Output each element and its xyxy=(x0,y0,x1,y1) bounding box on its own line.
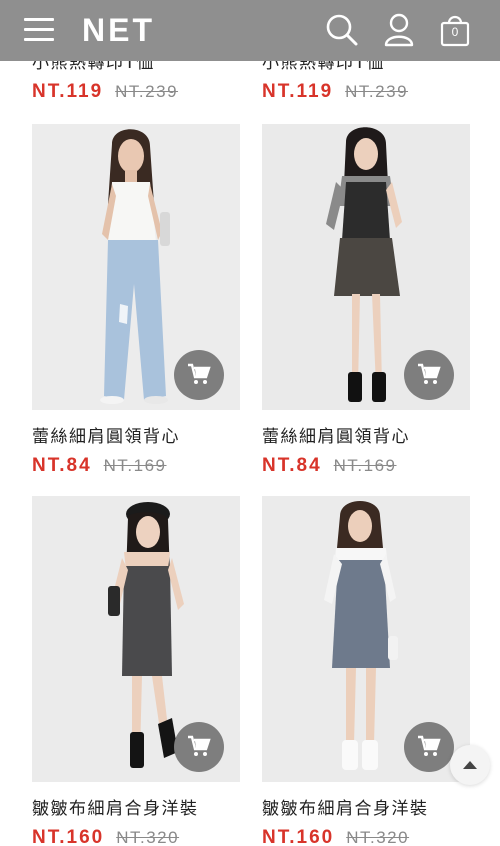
product-name[interactable]: 蕾絲細肩圓領背心 xyxy=(32,426,252,448)
cart-count: 0 xyxy=(451,25,459,39)
product-price: NT.84 NT.169 xyxy=(32,455,252,477)
product-list-page: 小熊熱轉印T恤 NT.119 NT.239 小熊熱轉印T恤 NT.119 NT.23… xyxy=(0,0,500,846)
add-to-cart-button[interactable] xyxy=(404,722,454,772)
product-price: NT.160 NT.320 xyxy=(32,827,252,846)
product-image[interactable] xyxy=(262,496,470,782)
product-image[interactable] xyxy=(32,496,240,782)
site-logo[interactable]: NET xyxy=(82,12,155,48)
original-price: NT.169 xyxy=(103,456,167,475)
product-price: NT.84 NT.169 xyxy=(262,455,482,477)
sale-price: NT.119 xyxy=(262,81,334,102)
product-grid: 小熊熱轉印T恤 NT.119 NT.239 小熊熱轉印T恤 NT.119 NT.23… xyxy=(0,0,500,846)
product-name[interactable]: 蕾絲細肩圓領背心 xyxy=(262,426,482,448)
back-to-top-button[interactable] xyxy=(450,745,490,785)
sale-price: NT.84 xyxy=(262,455,322,476)
search-icon[interactable] xyxy=(324,12,358,48)
cart-icon xyxy=(418,735,441,756)
cart-icon xyxy=(188,735,211,756)
add-to-cart-button[interactable] xyxy=(174,350,224,400)
arrow-up-icon xyxy=(463,761,477,769)
cart-icon xyxy=(188,363,211,384)
add-to-cart-button[interactable] xyxy=(174,722,224,772)
header-bar: NET 0 xyxy=(0,0,500,61)
sale-price: NT.160 xyxy=(262,827,335,846)
original-price: NT.320 xyxy=(346,828,410,846)
user-icon[interactable] xyxy=(382,12,416,48)
product-image[interactable] xyxy=(262,124,470,410)
product-name[interactable]: 皺皺布細肩合身洋裝 xyxy=(262,798,482,820)
product-price: NT.160 NT.320 xyxy=(262,827,482,846)
cart-icon xyxy=(418,363,441,384)
product-price: NT.119 NT.239 xyxy=(262,81,482,103)
product-name[interactable]: 皺皺布細肩合身洋裝 xyxy=(32,798,252,820)
original-price: NT.169 xyxy=(333,456,397,475)
original-price: NT.239 xyxy=(345,82,409,101)
original-price: NT.320 xyxy=(116,828,180,846)
product-price: NT.119 NT.239 xyxy=(32,81,252,103)
sale-price: NT.84 xyxy=(32,455,92,476)
add-to-cart-button[interactable] xyxy=(404,350,454,400)
shopping-bag-icon[interactable]: 0 xyxy=(438,12,472,48)
product-image[interactable] xyxy=(32,124,240,410)
sale-price: NT.160 xyxy=(32,827,105,846)
original-price: NT.239 xyxy=(115,82,179,101)
sale-price: NT.119 xyxy=(32,81,104,102)
menu-icon[interactable] xyxy=(24,17,54,41)
